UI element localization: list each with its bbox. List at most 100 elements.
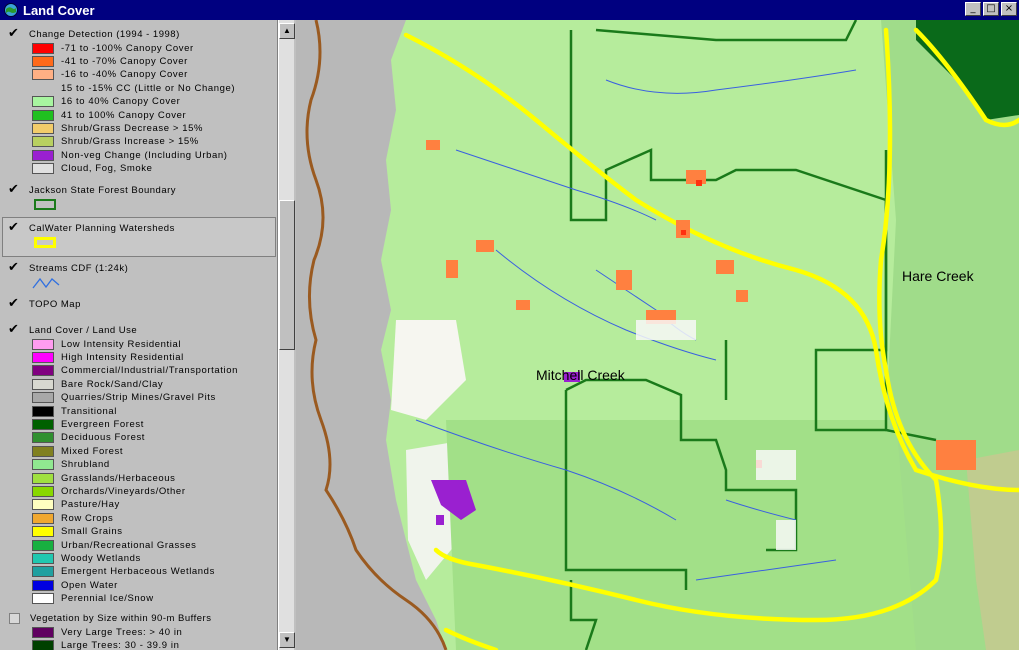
legend-label: Grasslands/Herbaceous xyxy=(61,472,176,484)
legend-label: Shrubland xyxy=(61,459,110,471)
legend-swatch xyxy=(32,526,54,538)
legend-item: Deciduous Forest xyxy=(32,432,145,444)
layer-jackson-boundary[interactable]: ✔ Jackson State Forest Boundary xyxy=(8,183,177,197)
legend-item: -71 to -100% Canopy Cover xyxy=(32,42,194,54)
legend-label: Evergreen Forest xyxy=(61,418,144,430)
layer-topo-map[interactable]: ✔ TOPO Map xyxy=(8,297,81,311)
legend-label: Perennial Ice/Snow xyxy=(61,593,154,605)
stream-line-icon xyxy=(32,277,60,289)
legend-label: Small Grains xyxy=(61,526,123,538)
hare-creek-label: Hare Creek xyxy=(902,268,974,284)
legend-item: Emergent Herbaceous Wetlands xyxy=(32,566,215,578)
legend-item: Commercial/Industrial/Transportation xyxy=(32,365,238,377)
globe-app-icon xyxy=(4,3,18,17)
legend-item: Bare Rock/Sand/Clay xyxy=(32,378,163,390)
legend-label: 15 to -15% CC (Little or No Change) xyxy=(61,82,236,94)
toc-scrollbar[interactable]: ▲ ▼ xyxy=(278,20,295,650)
legend-swatch xyxy=(32,136,54,148)
layer-calwater-watersheds[interactable]: ✔ CalWater Planning Watersheds xyxy=(8,221,175,235)
legend-item: Low Intensity Residential xyxy=(32,338,181,350)
legend-label: Large Trees: 30 - 39.9 in xyxy=(61,639,180,650)
map-canvas[interactable] xyxy=(296,20,1019,650)
checkmark-icon[interactable]: ✔ xyxy=(8,323,21,337)
legend-label: -41 to -70% Canopy Cover xyxy=(61,55,188,67)
scroll-thumb[interactable] xyxy=(279,200,295,350)
layer-streams[interactable]: ✔ Streams CDF (1:24k) xyxy=(8,261,129,275)
legend-label: Emergent Herbaceous Wetlands xyxy=(61,566,215,578)
unchecked-box[interactable] xyxy=(9,613,20,624)
layer-land-cover[interactable]: ✔ Land Cover / Land Use xyxy=(8,323,137,337)
close-button[interactable]: × xyxy=(1001,2,1017,16)
legend-label: -16 to -40% Canopy Cover xyxy=(61,69,188,81)
legend-label: Shrub/Grass Increase > 15% xyxy=(61,136,199,148)
checkmark-icon[interactable]: ✔ xyxy=(8,221,21,235)
legend-swatch xyxy=(32,149,54,161)
legend-item: Evergreen Forest xyxy=(32,418,144,430)
legend-label: Transitional xyxy=(61,405,117,417)
legend-item: Quarries/Strip Mines/Gravel Pits xyxy=(32,392,216,404)
legend-swatch xyxy=(32,626,54,638)
land-cover-window: Land Cover _ □ × ✔ Change Detection (199… xyxy=(0,0,1019,650)
checkmark-icon[interactable]: ✔ xyxy=(8,27,21,41)
legend-item: 15 to -15% CC (Little or No Change) xyxy=(32,82,235,94)
layer-vegetation-size[interactable]: Vegetation by Size within 90-m Buffers xyxy=(8,613,211,624)
scroll-down-arrow-icon[interactable]: ▼ xyxy=(279,632,295,648)
legend-swatch xyxy=(32,351,54,363)
legend-swatch xyxy=(32,459,54,471)
legend-label: 16 to 40% Canopy Cover xyxy=(61,96,181,108)
legend-item: Non-veg Change (Including Urban) xyxy=(32,149,228,161)
legend-swatch xyxy=(32,593,54,605)
checkmark-icon[interactable]: ✔ xyxy=(8,297,21,311)
maximize-button[interactable]: □ xyxy=(983,2,999,16)
title-bar[interactable]: Land Cover _ □ × xyxy=(0,0,1019,20)
legend-item: Shrub/Grass Increase > 15% xyxy=(32,136,199,148)
legend-swatch xyxy=(32,163,54,175)
legend-item: Orchards/Vineyards/Other xyxy=(32,485,186,497)
legend-item: Large Trees: 30 - 39.9 in xyxy=(32,639,180,650)
legend-swatch xyxy=(32,445,54,457)
scroll-up-arrow-icon[interactable]: ▲ xyxy=(279,23,295,39)
legend-item: Perennial Ice/Snow xyxy=(32,593,154,605)
legend-swatch xyxy=(32,69,54,81)
layer-title: CalWater Planning Watersheds xyxy=(29,223,175,234)
layer-title: Jackson State Forest Boundary xyxy=(29,185,177,196)
legend-item: Woody Wetlands xyxy=(32,552,141,564)
legend-item: Small Grains xyxy=(32,526,123,538)
legend-item: Shrubland xyxy=(32,459,110,471)
legend-swatch xyxy=(32,539,54,551)
legend-label: High Intensity Residential xyxy=(61,351,184,363)
legend-item: -41 to -70% Canopy Cover xyxy=(32,55,188,67)
legend-label: Bare Rock/Sand/Clay xyxy=(61,378,164,390)
legend-label: Orchards/Vineyards/Other xyxy=(61,485,186,497)
checkmark-icon[interactable]: ✔ xyxy=(8,183,21,197)
legend-label: Mixed Forest xyxy=(61,445,124,457)
legend-label: Cloud, Fog, Smoke xyxy=(61,163,153,175)
legend-item: Mixed Forest xyxy=(32,445,123,457)
legend-swatch xyxy=(32,365,54,377)
layer-change-detection[interactable]: ✔ Change Detection (1994 - 1998) xyxy=(8,27,180,41)
legend-swatch xyxy=(32,42,54,54)
minimize-button[interactable]: _ xyxy=(965,2,981,16)
legend-swatch xyxy=(32,109,54,121)
legend-label: Urban/Recreational Grasses xyxy=(61,539,197,551)
jackson-boundary-swatch xyxy=(34,199,56,210)
legend-item: 41 to 100% Canopy Cover xyxy=(32,109,186,121)
legend-item: Very Large Trees: > 40 in xyxy=(32,626,182,638)
map-view[interactable]: Hare Creek Mitchell Creek xyxy=(296,20,1019,650)
legend-swatch xyxy=(32,432,54,444)
checkmark-icon[interactable]: ✔ xyxy=(8,261,21,275)
legend-swatch xyxy=(32,378,54,390)
legend-label: -71 to -100% Canopy Cover xyxy=(61,42,194,54)
legend-swatch xyxy=(32,579,54,591)
window-title: Land Cover xyxy=(23,2,95,18)
legend-item: Transitional xyxy=(32,405,117,417)
mitchell-creek-label: Mitchell Creek xyxy=(536,367,625,383)
calwater-swatch xyxy=(34,237,56,248)
legend-label: Woody Wetlands xyxy=(61,552,141,564)
legend-swatch xyxy=(32,566,54,578)
legend-swatch xyxy=(32,96,54,108)
legend-swatch xyxy=(32,338,54,350)
legend-item: Grasslands/Herbaceous xyxy=(32,472,176,484)
layer-title: Streams CDF (1:24k) xyxy=(29,263,129,274)
legend-label: Deciduous Forest xyxy=(61,432,146,444)
